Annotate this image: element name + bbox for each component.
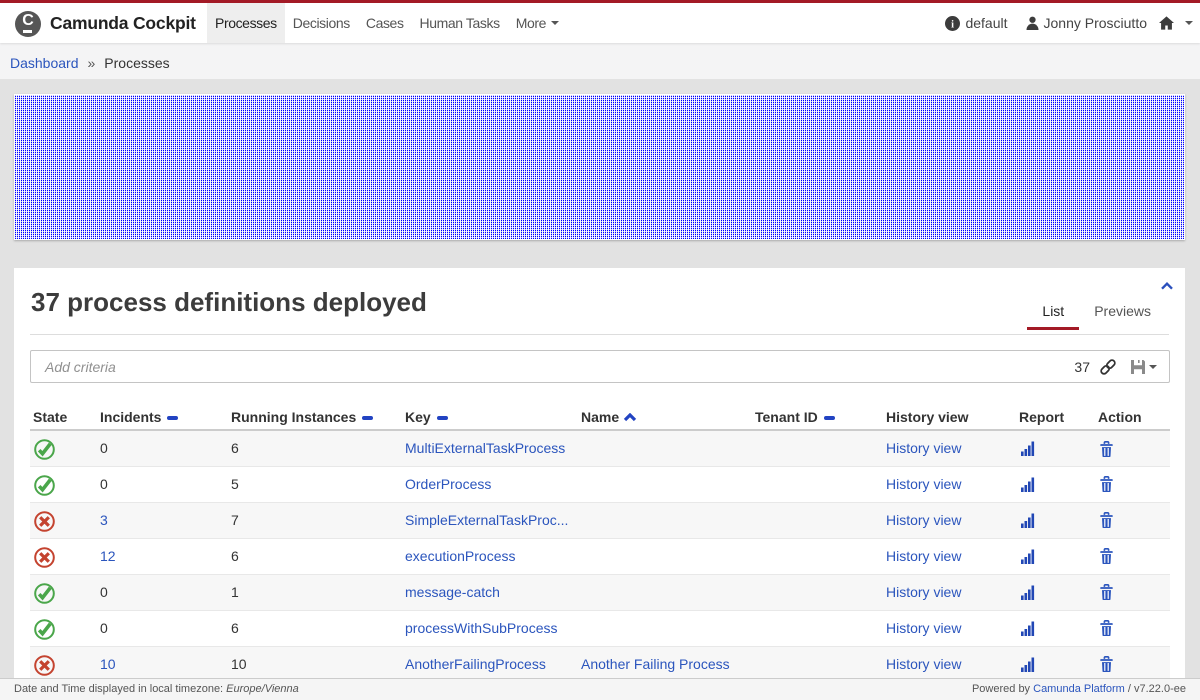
svg-text:i: i	[952, 19, 955, 30]
